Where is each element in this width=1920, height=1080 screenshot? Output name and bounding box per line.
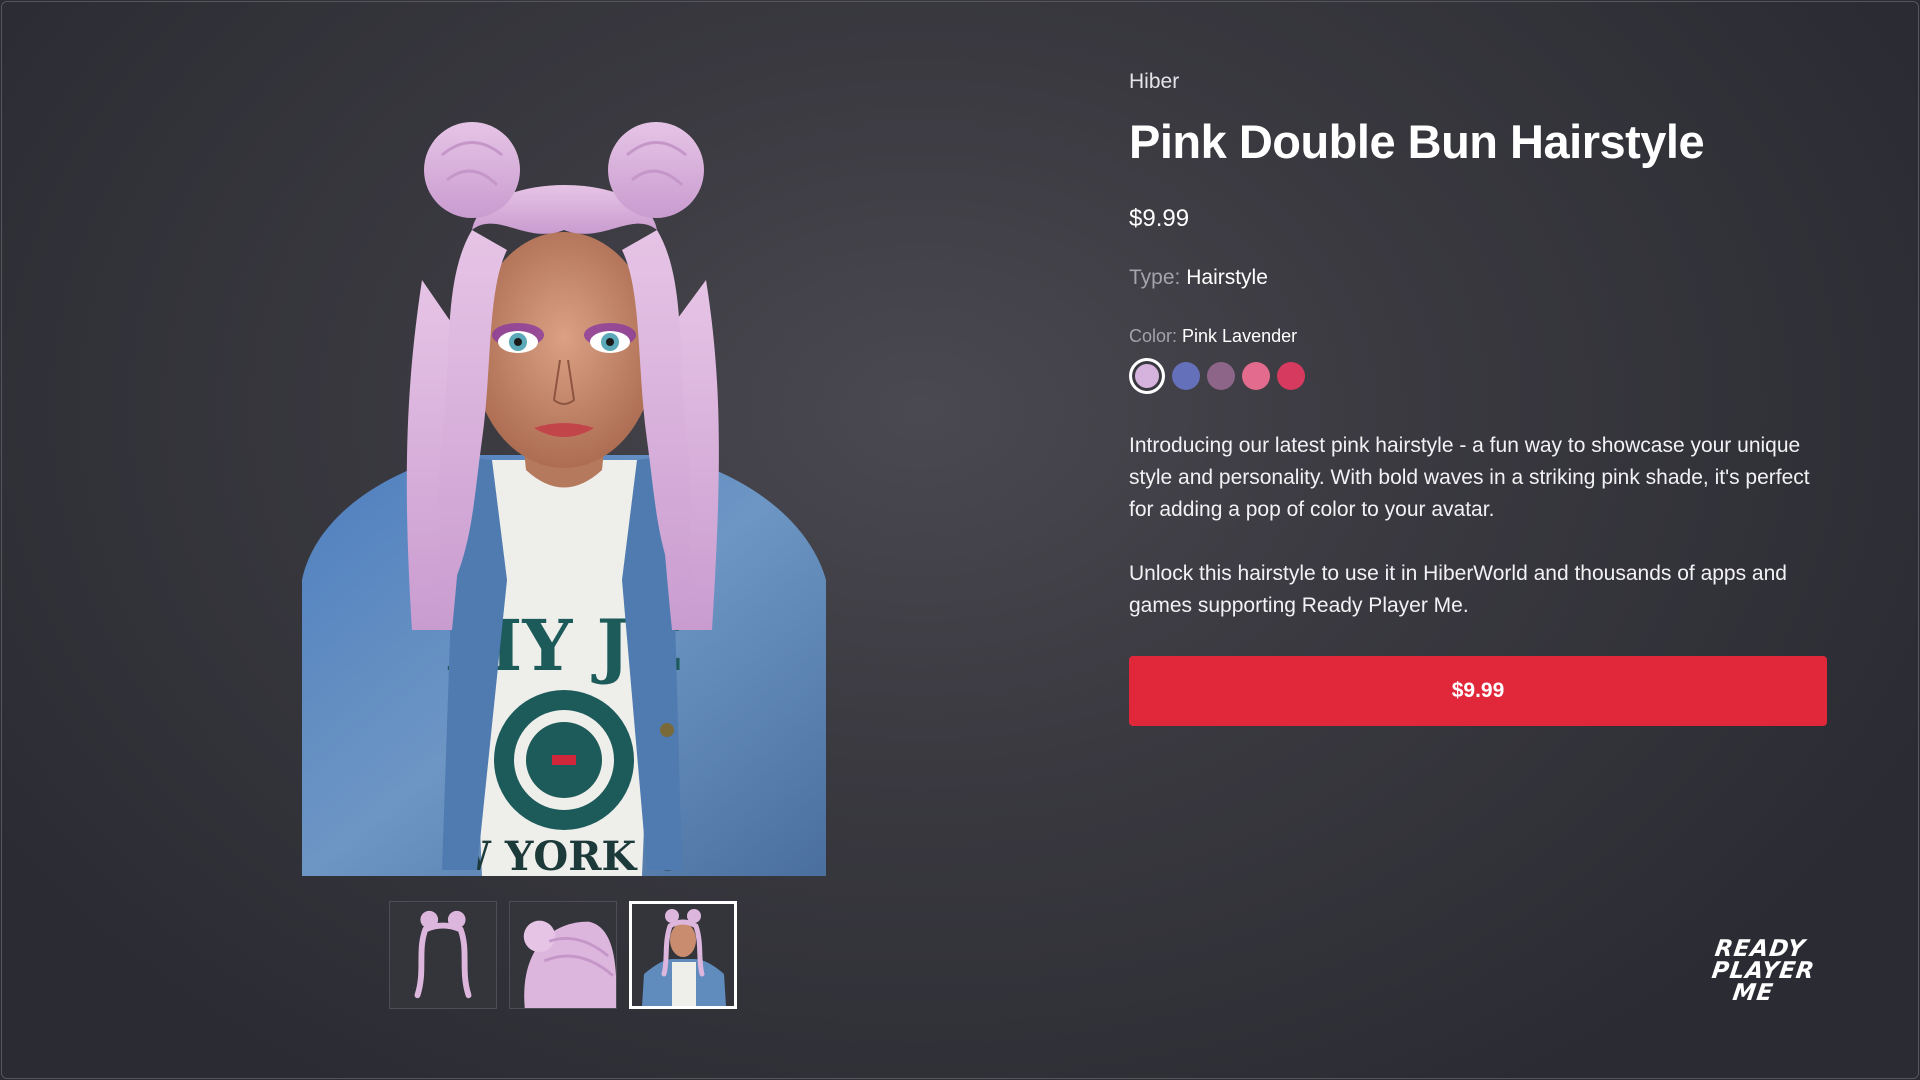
color-swatch-4[interactable]: [1242, 362, 1270, 390]
color-label: Color:: [1129, 326, 1178, 346]
logo-line-3: ME: [1731, 980, 1776, 1006]
color-swatch-3[interactable]: [1207, 362, 1235, 390]
product-title: Pink Double Bun Hairstyle: [1129, 115, 1705, 168]
product-type: Type: Hairstyle: [1129, 264, 1827, 292]
thumbnail-hair-top[interactable]: [509, 901, 617, 1009]
logo-line-1: READY: [1713, 936, 1808, 962]
thumbnail-avatar-full[interactable]: [629, 901, 737, 1009]
color-value: Pink Lavender: [1182, 326, 1298, 346]
brand-name: Hiber: [1129, 70, 1180, 93]
color-swatch-5[interactable]: [1277, 362, 1305, 390]
type-value: Hairstyle: [1186, 266, 1268, 289]
color-swatch-2[interactable]: [1172, 362, 1200, 390]
description-paragraph-2: Unlock this hairstyle to use it in Hiber…: [1129, 562, 1787, 617]
product-price: $9.99: [1129, 205, 1190, 232]
avatar-preview-image: MY JE W YORK C: [302, 110, 826, 876]
color-swatches: [1129, 358, 1827, 394]
buy-button[interactable]: $9.99: [1129, 656, 1827, 726]
thumbnail-hair-front[interactable]: [389, 901, 497, 1009]
type-label: Type:: [1129, 266, 1181, 289]
logo-line-2: PLAYER: [1710, 958, 1817, 984]
gallery-thumbnails: [389, 901, 737, 1009]
ready-player-me-logo: READY PLAYER ME: [1707, 936, 1834, 1006]
color-swatch-1[interactable]: [1129, 358, 1165, 394]
product-color: Color: Pink Lavender: [1129, 324, 1827, 348]
product-info: Hiber Pink Double Bun Hairstyle $9.99 Ty…: [1129, 68, 1827, 726]
description-paragraph-1: Introducing our latest pink hairstyle - …: [1129, 434, 1810, 521]
